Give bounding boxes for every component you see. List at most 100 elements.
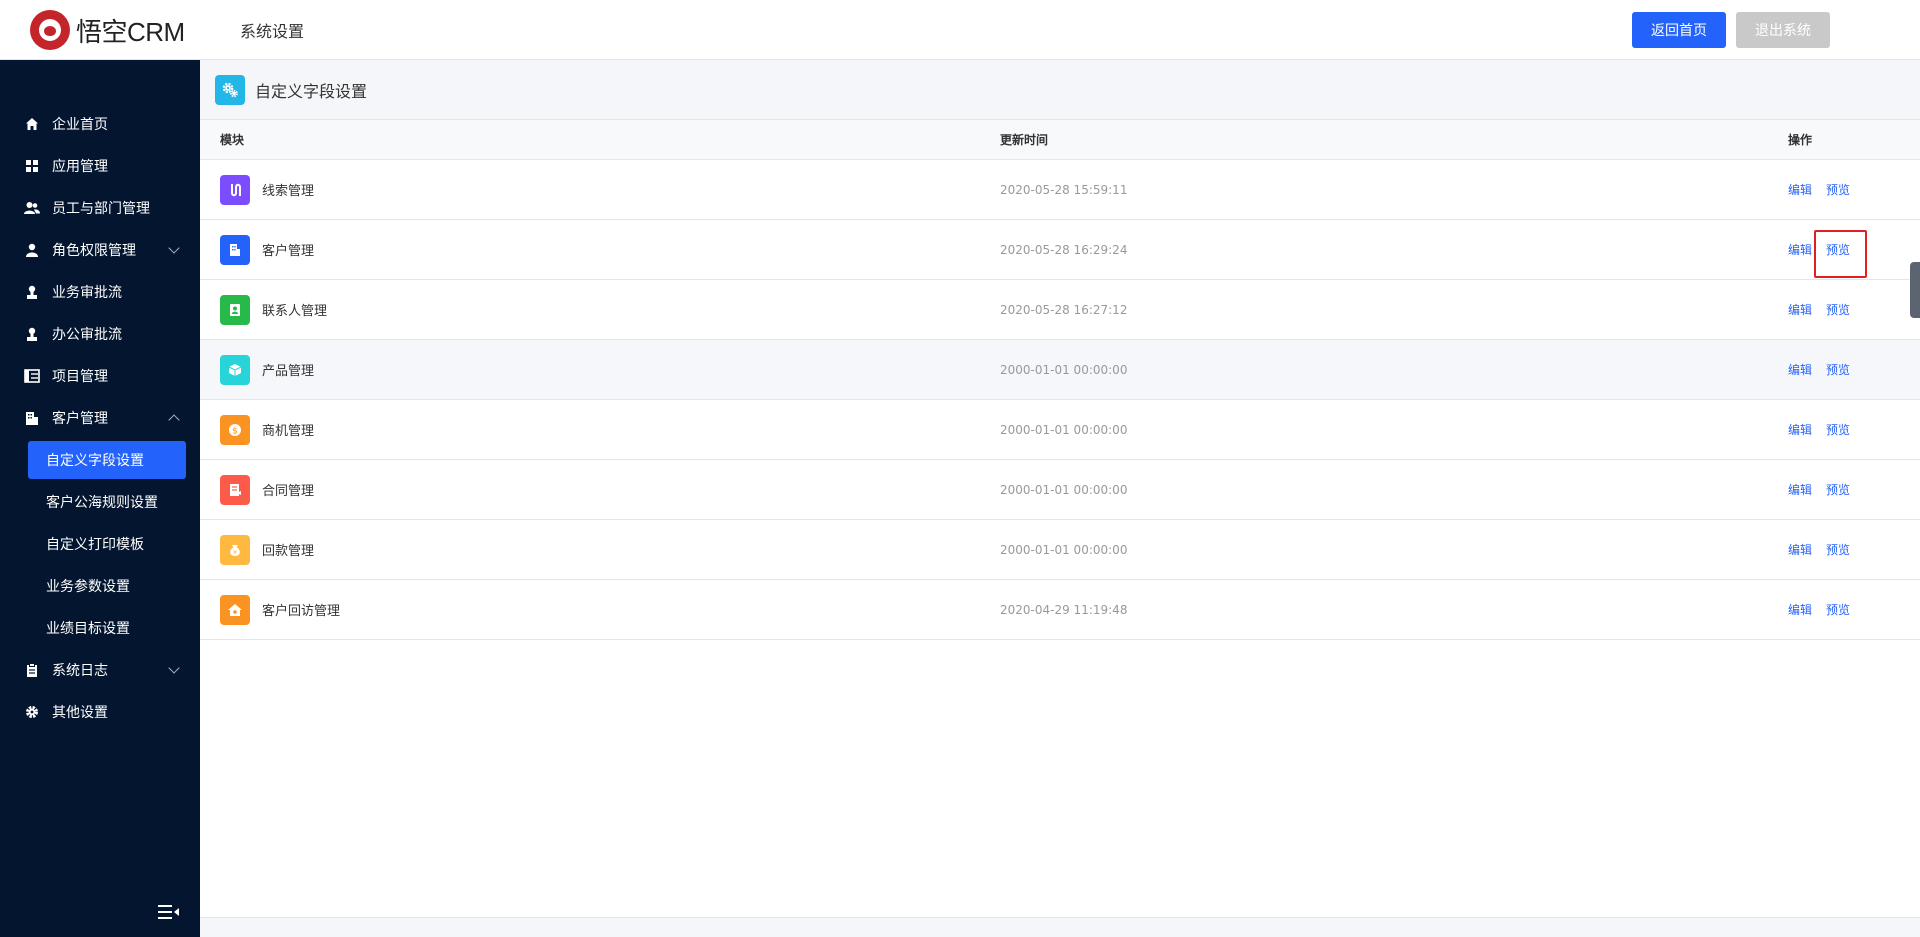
sub-item-performance-goals[interactable]: 业绩目标设置: [0, 607, 200, 649]
home-icon: [24, 116, 40, 132]
sub-item-pool-rules[interactable]: 客户公海规则设置: [0, 481, 200, 523]
logo[interactable]: 悟空CRM: [30, 10, 185, 50]
sidebar-item-label: 员工与部门管理: [52, 201, 150, 217]
edit-link[interactable]: 编辑: [1788, 181, 1812, 198]
sidebar-item-label: 角色权限管理: [52, 243, 136, 259]
table-row: 客户管理 2020-05-28 16:29:24 编辑 预览: [200, 220, 1920, 280]
module-name: 联系人管理: [262, 304, 328, 319]
update-time: 2000-01-01 00:00:00: [1000, 482, 1128, 497]
module-cell: 产品管理: [200, 354, 1000, 385]
side-panel-handle[interactable]: [1910, 262, 1920, 318]
contract-icon: [220, 474, 250, 505]
edit-link[interactable]: 编辑: [1788, 361, 1812, 378]
table-row: ¥ 回款管理 2000-01-01 00:00:00 编辑 预览: [200, 520, 1920, 580]
sidebar-item-label: 其他设置: [52, 705, 108, 721]
sidebar-item-customer[interactable]: 客户管理: [0, 397, 200, 439]
svg-text:$: $: [232, 426, 238, 436]
sidebar-item-project[interactable]: 项目管理: [0, 355, 200, 397]
menu-collapse-icon[interactable]: [158, 904, 180, 920]
chevron-up-icon: [168, 414, 180, 426]
table-row: $ 商机管理 2000-01-01 00:00:00 编辑 预览: [200, 400, 1920, 460]
update-time: 2000-01-01 00:00:00: [1000, 542, 1128, 557]
building-icon: [24, 410, 40, 426]
sidebar-item-label: 项目管理: [52, 369, 108, 385]
leads-icon: [220, 174, 250, 205]
module-cell: 合同管理: [200, 474, 1000, 505]
sub-item-print-template[interactable]: 自定义打印模板: [0, 523, 200, 565]
sidebar-item-business-approval[interactable]: 业务审批流: [0, 271, 200, 313]
edit-link[interactable]: 编辑: [1788, 241, 1812, 258]
edit-link[interactable]: 编辑: [1788, 481, 1812, 498]
module-name: 商机管理: [262, 424, 315, 439]
action-cell: 编辑 预览: [1788, 541, 1920, 558]
update-time: 2000-01-01 00:00:00: [1000, 422, 1128, 437]
column-header-time: 更新时间: [1000, 133, 1049, 147]
sub-item-business-params[interactable]: 业务参数设置: [0, 565, 200, 607]
approval-icon: [24, 326, 40, 342]
preview-link[interactable]: 预览: [1826, 181, 1850, 198]
action-cell: 编辑 预览: [1788, 421, 1920, 438]
gear-icon: [24, 704, 40, 720]
preview-link[interactable]: 预览: [1826, 601, 1850, 618]
svg-text:¥: ¥: [233, 549, 237, 556]
exit-system-button[interactable]: 退出系统: [1736, 12, 1830, 48]
update-time: 2000-01-01 00:00:00: [1000, 362, 1128, 377]
settings-gears-icon: [215, 74, 245, 105]
edit-link[interactable]: 编辑: [1788, 421, 1812, 438]
sidebar-item-roles[interactable]: 角色权限管理: [0, 229, 200, 271]
update-time: 2020-04-29 11:19:48: [1000, 602, 1128, 617]
chevron-down-icon: [168, 242, 180, 254]
preview-link[interactable]: 预览: [1826, 481, 1850, 498]
action-cell: 编辑 预览: [1788, 301, 1920, 318]
sidebar-item-office-approval[interactable]: 办公审批流: [0, 313, 200, 355]
module-name: 线索管理: [262, 184, 315, 199]
update-time: 2020-05-28 16:29:24: [1000, 242, 1128, 257]
edit-link[interactable]: 编辑: [1788, 601, 1812, 618]
sidebar-item-system-log[interactable]: 系统日志: [0, 649, 200, 691]
sidebar-item-other-settings[interactable]: 其他设置: [0, 691, 200, 733]
module-name: 产品管理: [262, 364, 315, 379]
page-title-bar: 自定义字段设置: [200, 60, 1920, 120]
preview-link[interactable]: 预览: [1826, 421, 1850, 438]
top-header: 悟空CRM 系统设置 返回首页 退出系统: [0, 0, 1920, 60]
page-title: 自定义字段设置: [255, 81, 368, 101]
preview-link[interactable]: 预览: [1826, 301, 1850, 318]
return-home-button[interactable]: 返回首页: [1632, 12, 1726, 48]
table-row: 合同管理 2000-01-01 00:00:00 编辑 预览: [200, 460, 1920, 520]
product-icon: [220, 354, 250, 385]
edit-link[interactable]: 编辑: [1788, 301, 1812, 318]
table-row: 线索管理 2020-05-28 15:59:11 编辑 预览: [200, 160, 1920, 220]
payment-icon: ¥: [220, 534, 250, 565]
preview-link[interactable]: 预览: [1826, 361, 1850, 378]
sidebar-item-label: 业务审批流: [52, 285, 122, 301]
sidebar-item-label: 办公审批流: [52, 327, 122, 343]
header-title: 系统设置: [240, 22, 305, 41]
grid-icon: [24, 158, 40, 174]
sidebar-item-staff[interactable]: 员工与部门管理: [0, 187, 200, 229]
project-icon: [24, 368, 40, 384]
edit-link[interactable]: 编辑: [1788, 541, 1812, 558]
action-cell: 编辑 预览: [1788, 481, 1920, 498]
action-cell: 编辑 预览: [1788, 601, 1920, 618]
table-header: 模块 更新时间 操作: [200, 120, 1920, 160]
table-row: 产品管理 2000-01-01 00:00:00 编辑 预览: [200, 340, 1920, 400]
sidebar-item-label: 企业首页: [52, 117, 108, 133]
preview-link[interactable]: 预览: [1826, 541, 1850, 558]
table-row: 客户回访管理 2020-04-29 11:19:48 编辑 预览: [200, 580, 1920, 640]
module-cell: 客户回访管理: [200, 594, 1000, 625]
module-cell: ¥ 回款管理: [200, 534, 1000, 565]
module-table: 模块 更新时间 操作 线索管理 2020-05-28 15:59:11 编辑 预…: [200, 120, 1920, 640]
table-row: 联系人管理 2020-05-28 16:27:12 编辑 预览: [200, 280, 1920, 340]
monkey-logo-icon: [30, 10, 70, 50]
approval-icon: [24, 284, 40, 300]
action-cell: 编辑 预览: [1788, 361, 1920, 378]
sub-item-custom-fields[interactable]: 自定义字段设置: [28, 441, 186, 479]
sidebar-item-home[interactable]: 企业首页: [0, 103, 200, 145]
business-icon: $: [220, 414, 250, 445]
main-content: 自定义字段设置 模块 更新时间 操作 线索管理 2020-05-28 15:59…: [200, 60, 1920, 917]
sidebar-item-apps[interactable]: 应用管理: [0, 145, 200, 187]
sidebar-item-label: 应用管理: [52, 159, 108, 175]
bottom-bar: [200, 917, 1920, 937]
module-cell: 客户管理: [200, 234, 1000, 265]
module-name: 合同管理: [262, 484, 315, 499]
